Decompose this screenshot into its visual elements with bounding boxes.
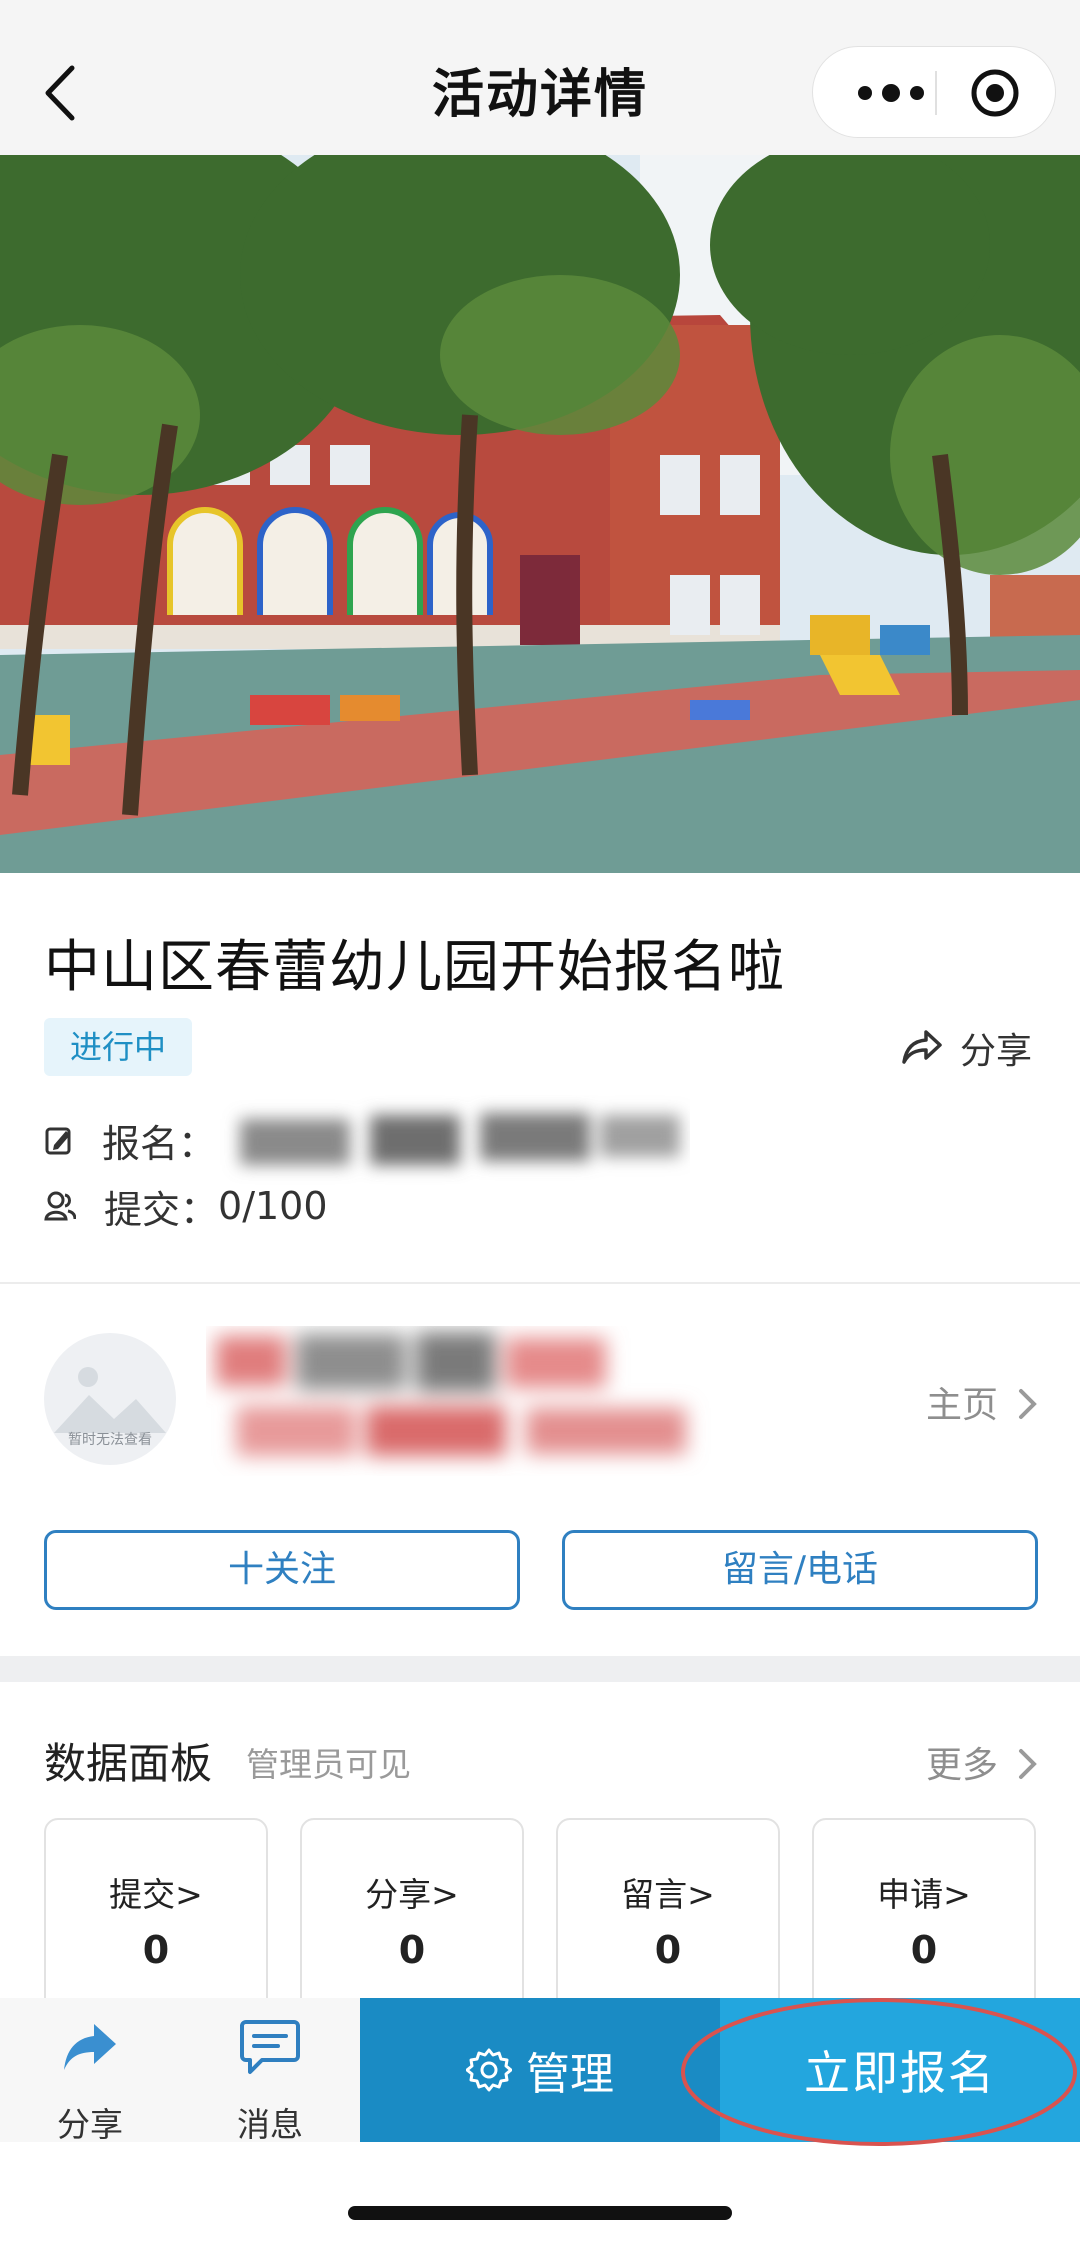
bottom-message-label: 消息 (237, 2105, 303, 2144)
share-icon (902, 1030, 942, 1064)
top-nav-bar: 活动详情 (0, 0, 1080, 155)
capsule-divider (935, 71, 937, 115)
message-icon (240, 2020, 300, 2074)
bottom-message-button[interactable]: 消息 (210, 1998, 330, 2144)
redacted-name (216, 1332, 686, 1456)
users-icon (44, 1191, 76, 1221)
stat-card-message[interactable]: 留言> 0 (556, 1818, 780, 2018)
bottom-share-label: 分享 (57, 2105, 123, 2144)
submit-value: 0/100 (218, 1184, 328, 1228)
stat-card-submit[interactable]: 提交> 0 (44, 1818, 268, 2018)
stat-card-share[interactable]: 分享> 0 (300, 1818, 524, 2018)
kindergarten-photo (0, 155, 1080, 873)
stat-label: 分享> (365, 1875, 459, 1914)
avatar-placeholder-text: 暂时无法查看 (68, 1432, 152, 1448)
activity-title: 中山区春蕾幼儿园开始报名啦 (44, 935, 785, 1000)
close-miniapp-button[interactable] (969, 67, 1021, 119)
stat-value: 0 (142, 1928, 170, 1972)
homepage-label: 主页 (926, 1385, 999, 1426)
submit-label: 提交： (104, 1187, 219, 1232)
more-label: 更多 (926, 1745, 999, 1786)
hero-photo (0, 155, 1080, 873)
data-panel-subtitle: 管理员可见 (246, 1745, 411, 1784)
bottom-action-bar: 分享 消息 管理 立即报名 (0, 1998, 1080, 2144)
signup-info-row: 报名： (44, 1113, 718, 1166)
manage-button[interactable]: 管理 (360, 1998, 720, 2142)
stat-value: 0 (398, 1928, 426, 1972)
chevron-right-icon (1019, 1749, 1038, 1779)
manage-label: 管理 (526, 2049, 614, 2100)
submit-info-row: 提交： 0/100 (44, 1180, 328, 1232)
gear-icon (466, 2048, 512, 2092)
organizer-name-redacted (206, 1326, 766, 1476)
share-label: 分享 (960, 1031, 1033, 1072)
share-button[interactable]: 分享 (900, 1020, 1032, 1076)
stat-card-apply[interactable]: 申请> 0 (812, 1818, 1036, 2018)
more-button[interactable] (851, 77, 931, 109)
follow-button[interactable]: 十关注 (44, 1530, 520, 1610)
target-icon (971, 69, 1019, 117)
more-dots-icon (858, 84, 924, 102)
signup-now-button[interactable]: 立即报名 (720, 1998, 1080, 2142)
status-badge: 进行中 (44, 1018, 192, 1076)
stat-label: 提交> (109, 1875, 203, 1914)
home-indicator (348, 2206, 732, 2220)
avatar[interactable]: 暂时无法查看 (44, 1333, 176, 1465)
stat-value: 0 (910, 1928, 938, 1972)
chevron-right-icon (1019, 1389, 1038, 1419)
signup-label: 报名： (102, 1121, 217, 1166)
homepage-link[interactable]: 主页 (926, 1376, 1039, 1428)
redacted-text (240, 1113, 681, 1165)
data-panel-title: 数据面板 (44, 1739, 213, 1788)
edit-icon (45, 1127, 71, 1155)
miniapp-capsule (812, 46, 1056, 138)
more-link[interactable]: 更多 (926, 1736, 1039, 1788)
share-arrow-icon (64, 2024, 116, 2070)
stat-label: 申请> (877, 1875, 971, 1914)
contact-button[interactable]: 留言/电话 (562, 1530, 1038, 1610)
stat-value: 0 (654, 1928, 682, 1972)
section-gap (0, 1656, 1080, 1682)
bottom-share-button[interactable]: 分享 (30, 1998, 150, 2144)
stat-label: 留言> (621, 1875, 715, 1914)
section-divider (0, 1282, 1080, 1284)
